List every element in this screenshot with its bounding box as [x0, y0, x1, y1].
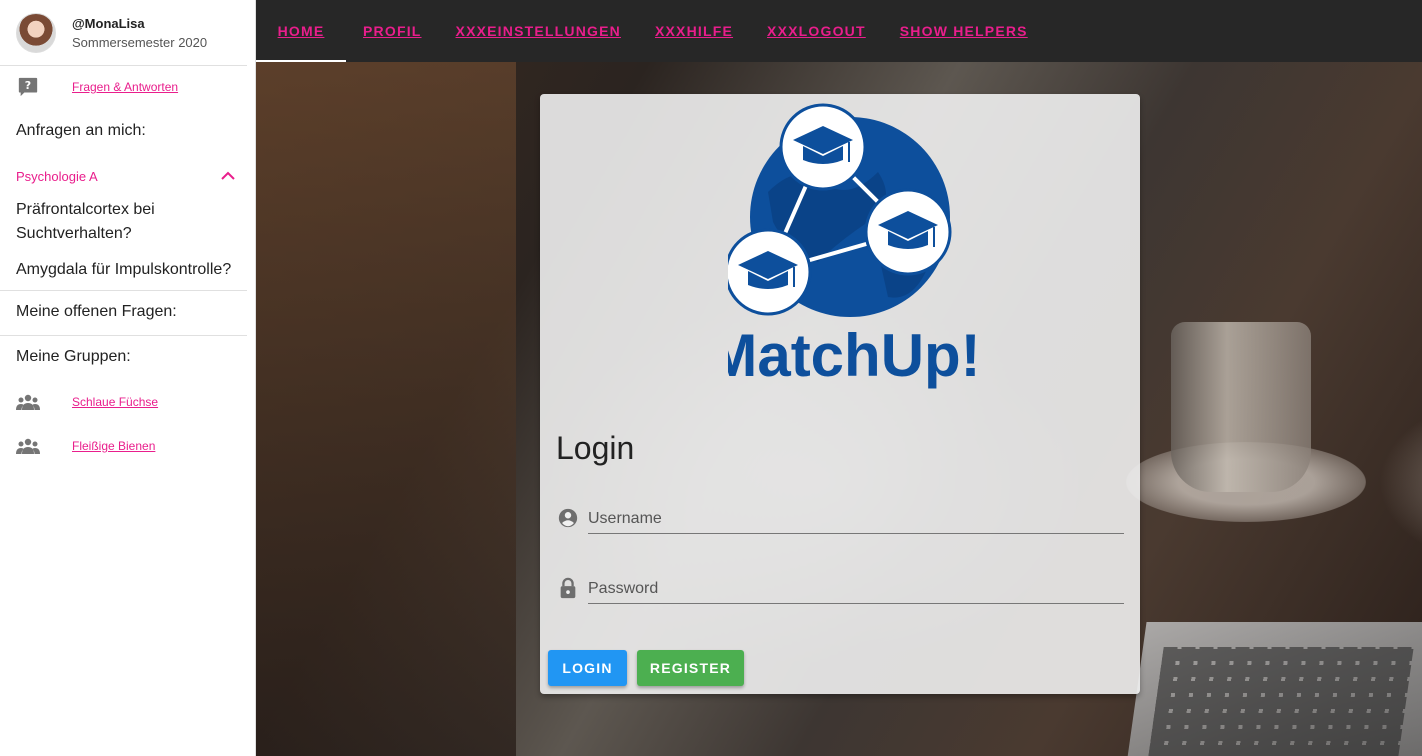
group-item[interactable]: Fleißige Bienen [0, 424, 255, 468]
tab-home[interactable]: HOME [256, 0, 346, 62]
tab-einstellungen[interactable]: XXXEINSTELLUNGEN [439, 0, 638, 62]
logo-text: MatchUp! [728, 322, 981, 389]
password-field [556, 568, 1124, 608]
tab-profil[interactable]: PROFIL [346, 0, 439, 62]
password-input[interactable] [588, 574, 1124, 603]
semester: Sommersemester 2020 [72, 34, 208, 50]
avatar[interactable] [16, 12, 56, 53]
group-link[interactable]: Fleißige Bienen [72, 439, 155, 453]
login-card: MatchUp! Login LOGIN REGISTER [540, 94, 1140, 694]
course-label: Psychologie A [16, 168, 98, 184]
request-question[interactable]: Präfrontalcortex bei Suchtverhalten? [0, 198, 255, 246]
sidebar: @MonaLisa Sommersemester 2020 ? Fragen &… [0, 0, 256, 756]
user-profile: @MonaLisa Sommersemester 2020 [0, 0, 247, 66]
username-input[interactable] [588, 504, 1124, 533]
app-root: @MonaLisa Sommersemester 2020 ? Fragen &… [0, 0, 1422, 756]
group-item[interactable]: Schlaue Füchse [0, 380, 255, 424]
question-bubble-icon: ? [16, 75, 40, 99]
tab-hilfe[interactable]: XXXHILFE [638, 0, 750, 62]
username-field [556, 498, 1124, 538]
open-questions-header: Meine offenen Fragen: [16, 303, 177, 320]
chevron-up-icon [221, 169, 235, 184]
login-button[interactable]: LOGIN [548, 650, 627, 686]
svg-text:?: ? [25, 79, 31, 92]
login-title: Login [556, 430, 635, 466]
sidebar-item-faq[interactable]: ? Fragen & Antworten [0, 66, 255, 108]
group-icon [16, 434, 40, 458]
register-button[interactable]: REGISTER [637, 650, 744, 686]
tab-show-helpers[interactable]: SHOW HELPERS [883, 0, 1045, 62]
groups-header: Meine Gruppen: [16, 348, 131, 365]
course-expander[interactable]: Psychologie A [0, 154, 255, 198]
username: @MonaLisa [72, 15, 145, 31]
tab-logout[interactable]: XXXLOGOUT [750, 0, 883, 62]
account-circle-icon [556, 506, 580, 530]
lock-icon [556, 576, 580, 600]
faq-link[interactable]: Fragen & Antworten [72, 80, 178, 94]
group-link[interactable]: Schlaue Füchse [72, 395, 158, 409]
requests-header: Anfragen an mich: [16, 122, 146, 139]
group-icon [16, 390, 40, 414]
top-nav: HOME PROFIL XXXEINSTELLUNGEN XXXHILFE XX… [256, 0, 1422, 62]
request-question[interactable]: Amygdala für Impulskontrolle? [0, 258, 255, 282]
matchup-logo: MatchUp! [728, 103, 981, 389]
